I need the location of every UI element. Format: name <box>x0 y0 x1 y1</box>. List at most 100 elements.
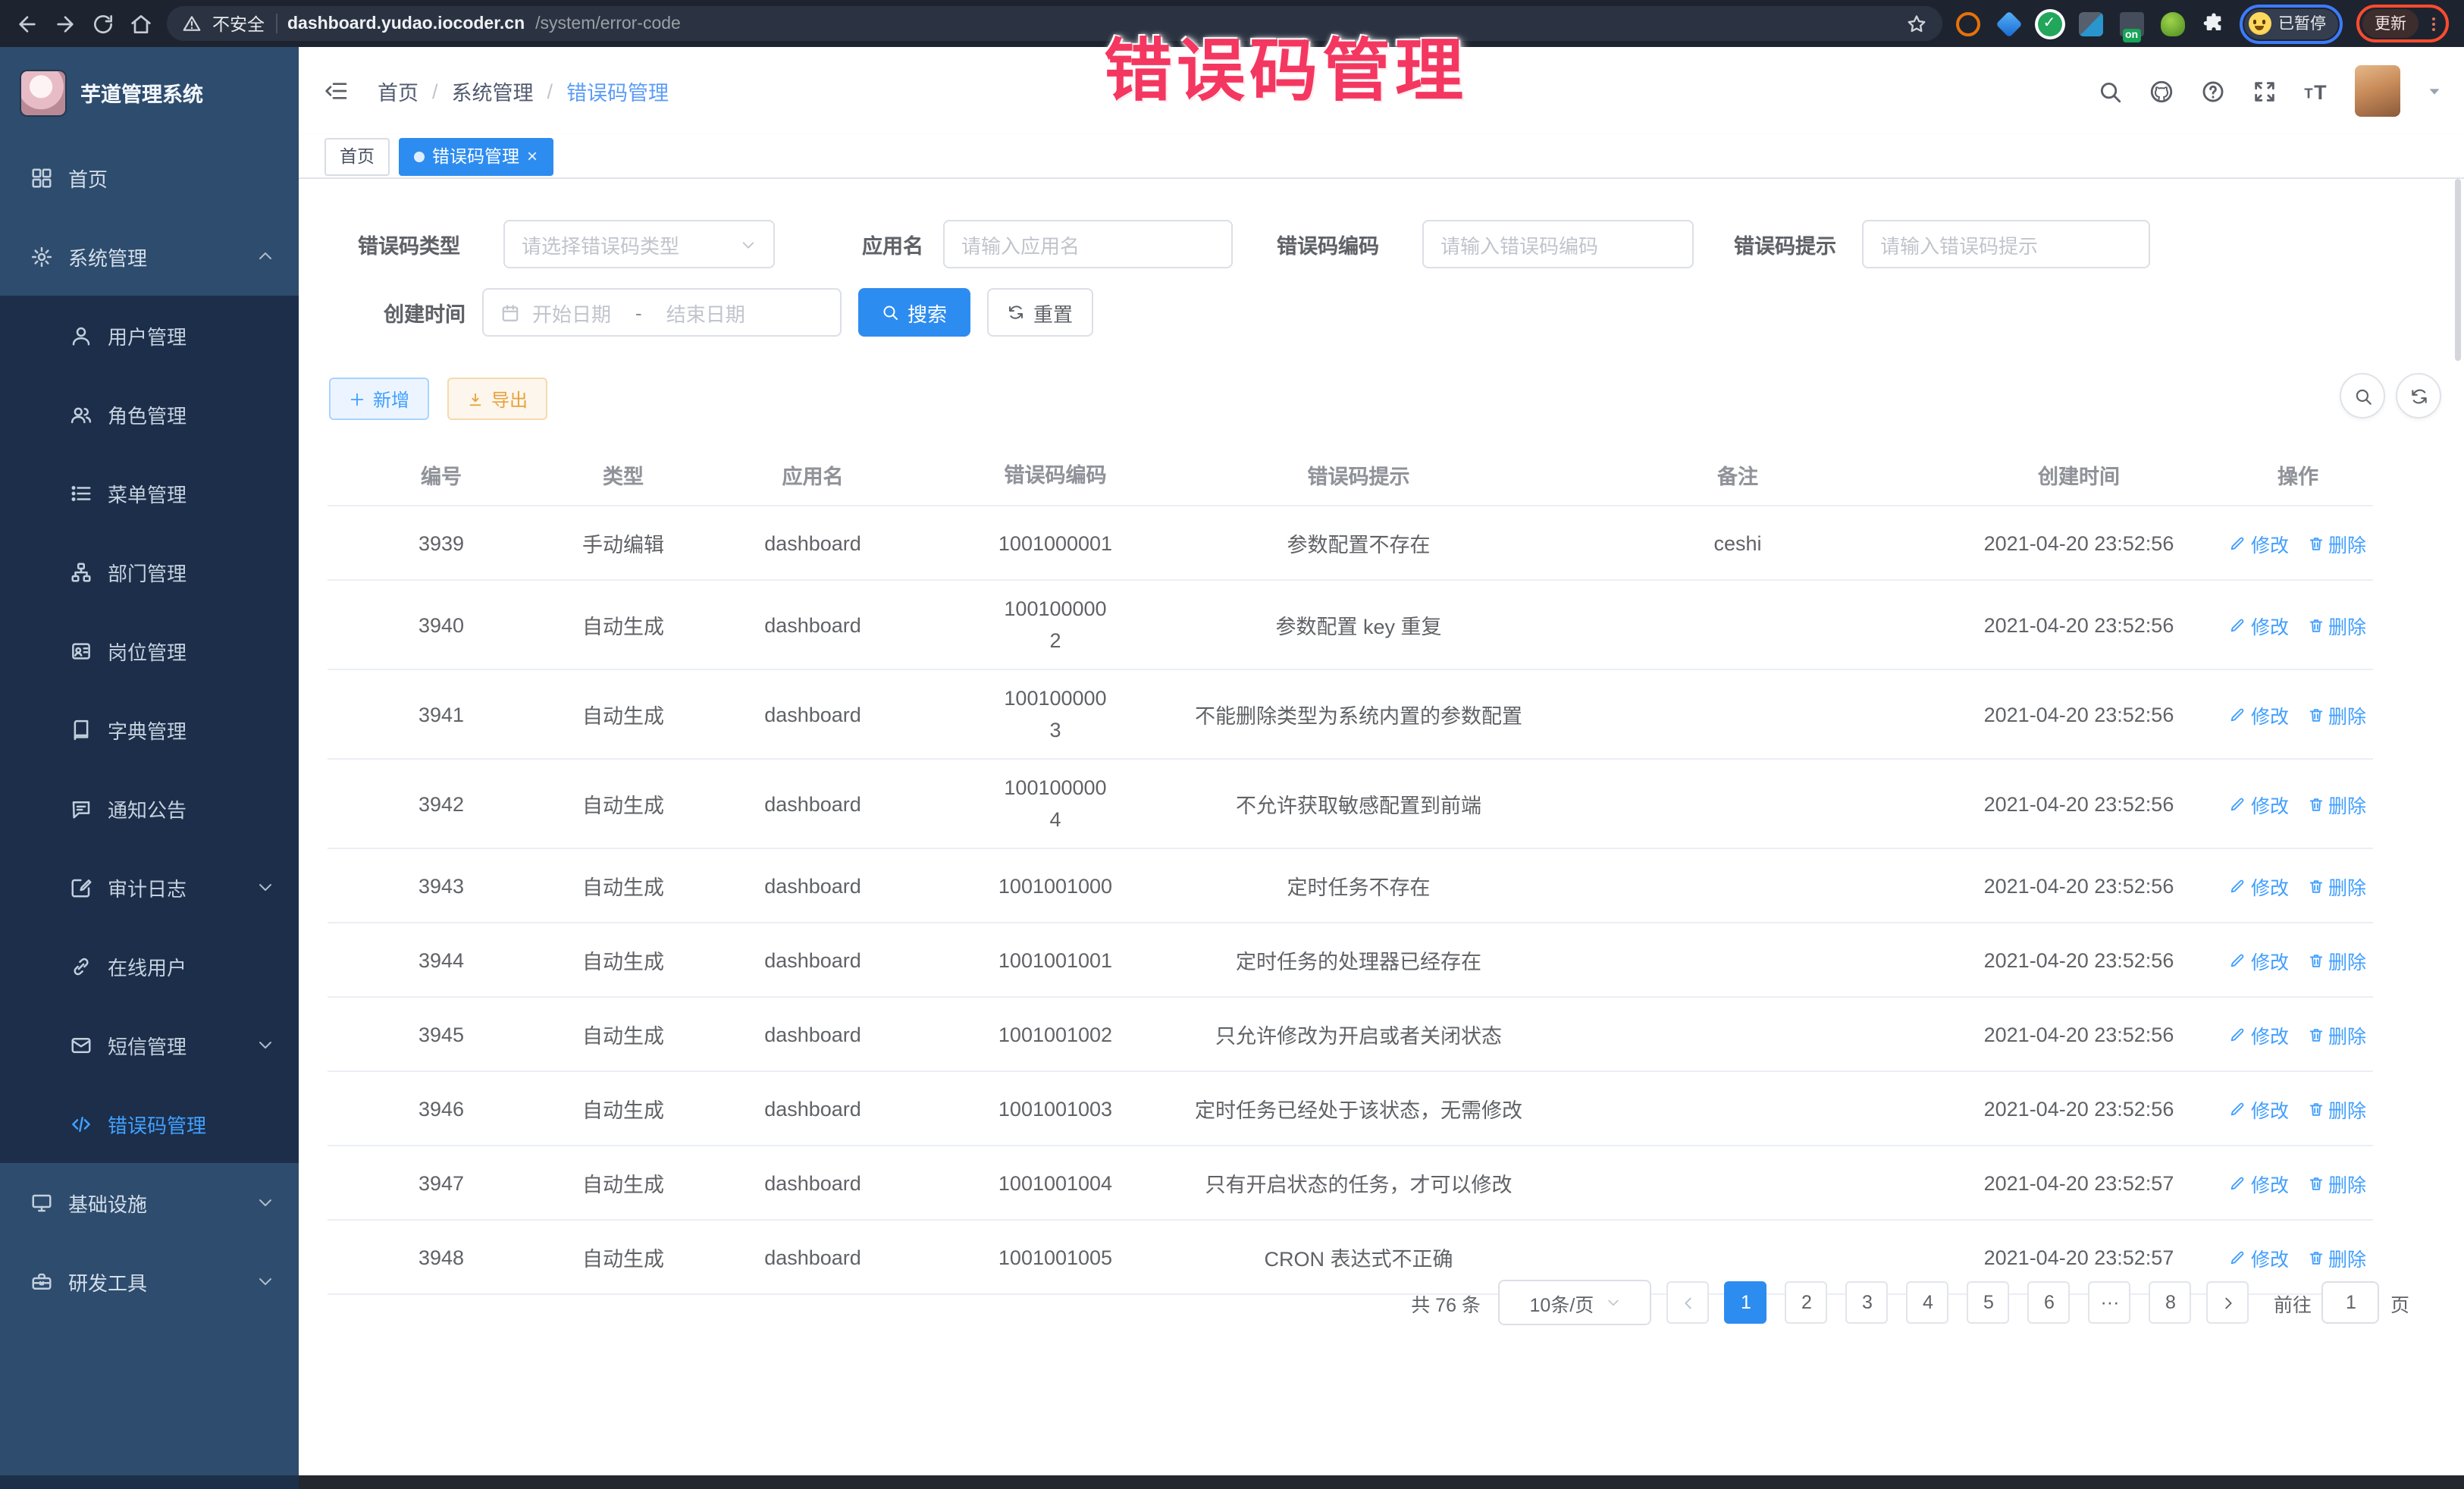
bookmark-star-icon[interactable] <box>1905 13 1926 34</box>
sidebar-item-user-management[interactable]: 用户管理 <box>0 296 299 375</box>
delete-link[interactable]: 删除 <box>2307 1094 2366 1123</box>
font-size-icon[interactable]: TT <box>2303 78 2329 104</box>
header-actions: TT <box>2097 65 2443 117</box>
sidebar-item-menu-management[interactable]: 菜单管理 <box>0 453 299 532</box>
extension-green-check-icon[interactable]: ✓ <box>2037 11 2061 36</box>
extension-puzzle-icon[interactable] <box>2201 11 2225 36</box>
export-button[interactable]: 导出 <box>447 378 547 420</box>
edit-link[interactable]: 修改 <box>2230 610 2289 639</box>
show-search-toggle-button[interactable] <box>2340 373 2385 418</box>
add-button[interactable]: 新增 <box>329 378 429 420</box>
not-secure-icon[interactable] <box>182 14 202 33</box>
fullscreen-icon[interactable] <box>2252 78 2277 104</box>
prev-page-button[interactable] <box>1667 1281 1710 1324</box>
goto-page-input[interactable]: 1 <box>2322 1281 2380 1324</box>
scrollbar-thumb[interactable] <box>2455 179 2461 361</box>
next-page-button[interactable] <box>2207 1281 2249 1324</box>
edit-link[interactable]: 修改 <box>2230 1020 2289 1049</box>
sidebar-toggle-icon[interactable] <box>323 79 350 103</box>
sidebar-item-sms-management[interactable]: 短信管理 <box>0 1005 299 1084</box>
edit-link[interactable]: 修改 <box>2230 871 2289 900</box>
sidebar-item-home[interactable]: 首页 <box>0 138 299 217</box>
error-hint-input[interactable]: 请输入错误码提示 <box>1862 220 2150 268</box>
extension-orange-icon[interactable] <box>1955 11 1980 36</box>
avatar-caret-down-icon[interactable] <box>2426 83 2443 99</box>
cell-id: 3943 <box>328 862 555 909</box>
delete-link[interactable]: 删除 <box>2307 1168 2366 1197</box>
browser-menu-icon[interactable] <box>2425 11 2443 36</box>
sidebar-item-dev-tools[interactable]: 研发工具 <box>0 1242 299 1321</box>
sidebar-item-label: 菜单管理 <box>108 478 187 507</box>
edit-link[interactable]: 修改 <box>2230 1094 2289 1123</box>
help-icon[interactable] <box>2200 78 2226 104</box>
toggle-search-icon <box>2353 386 2372 406</box>
search-button[interactable]: 搜索 <box>858 288 970 337</box>
delete-link[interactable]: 删除 <box>2307 700 2366 729</box>
user-avatar[interactable] <box>2355 65 2400 117</box>
refresh-table-button[interactable] <box>2396 373 2441 418</box>
url-bar[interactable]: 不安全 dashboard.yudao.iocoder.cn /system/e… <box>167 6 1942 41</box>
page-button-8[interactable]: 8 <box>2149 1281 2192 1324</box>
sidebar-item-error-code-management[interactable]: 错误码管理 <box>0 1084 299 1163</box>
browser-update-button[interactable]: 更新 <box>2362 9 2419 38</box>
browser-back-icon[interactable] <box>15 11 39 36</box>
delete-link[interactable]: 删除 <box>2307 528 2366 557</box>
date-range-picker[interactable]: 开始日期 - 结束日期 <box>482 288 842 337</box>
extension-on-badge-icon[interactable]: on <box>2119 11 2143 36</box>
browser-profile-chip[interactable]: 已暂停 <box>2243 8 2338 39</box>
sidebar-item-dict-management[interactable]: 字典管理 <box>0 690 299 769</box>
sidebar-item-role-management[interactable]: 角色管理 <box>0 375 299 453</box>
sidebar-item-online-user[interactable]: 在线用户 <box>0 926 299 1005</box>
browser-reload-icon[interactable] <box>91 11 115 36</box>
page-button-5[interactable]: 5 <box>1967 1281 2010 1324</box>
edit-link[interactable]: 修改 <box>2230 528 2289 557</box>
tag-close-icon[interactable]: × <box>527 147 538 165</box>
extension-grid-icon[interactable] <box>2078 11 2102 36</box>
error-code-input[interactable]: 请输入错误码编码 <box>1422 220 1694 268</box>
edit-link[interactable]: 修改 <box>2230 945 2289 974</box>
delete-link[interactable]: 删除 <box>2307 789 2366 818</box>
toolbox-icon <box>30 1270 53 1293</box>
sidebar-item-audit-log[interactable]: 审计日志 <box>0 848 299 926</box>
breadcrumb-item[interactable]: 首页 <box>378 76 419 106</box>
sidebar-item-post-management[interactable]: 岗位管理 <box>0 611 299 690</box>
sidebar-logo[interactable]: 芋道管理系统 <box>0 47 299 138</box>
edit-link[interactable]: 修改 <box>2230 700 2289 729</box>
cell-message: 只有开启状态的任务，才可以修改 <box>1177 1155 1541 1210</box>
browser-forward-icon[interactable] <box>53 11 77 36</box>
extension-blue-gem-icon[interactable] <box>1995 10 2021 36</box>
error-code-type-select[interactable]: 请选择错误码类型 <box>503 220 775 268</box>
github-icon[interactable] <box>2149 78 2174 104</box>
edit-link[interactable]: 修改 <box>2230 789 2289 818</box>
extension-key-icon[interactable] <box>2160 11 2184 36</box>
browser-home-icon[interactable] <box>129 11 153 36</box>
page-ellipsis-button[interactable]: ··· <box>2089 1281 2131 1324</box>
delete-link[interactable]: 删除 <box>2307 871 2366 900</box>
header-search-icon[interactable] <box>2097 78 2123 104</box>
sidebar-item-infrastructure[interactable]: 基础设施 <box>0 1163 299 1242</box>
sidebar-item-dept-management[interactable]: 部门管理 <box>0 532 299 611</box>
delete-link[interactable]: 删除 <box>2307 945 2366 974</box>
reset-button[interactable]: 重置 <box>987 288 1093 337</box>
page-size-select[interactable]: 10条/页 <box>1499 1280 1652 1325</box>
delete-link[interactable]: 删除 <box>2307 610 2366 639</box>
page-button-4[interactable]: 4 <box>1907 1281 1949 1324</box>
delete-link[interactable]: 删除 <box>2307 1243 2366 1271</box>
cell-app: dashboard <box>691 1085 934 1132</box>
tag-view[interactable]: 首页 <box>324 137 390 175</box>
page-button-3[interactable]: 3 <box>1846 1281 1889 1324</box>
page-button-2[interactable]: 2 <box>1785 1281 1828 1324</box>
edit-link[interactable]: 修改 <box>2230 1168 2289 1197</box>
sidebar-item-label: 部门管理 <box>108 557 187 586</box>
breadcrumb-item[interactable]: 系统管理 <box>452 76 534 106</box>
sidebar-item-notice-announcement[interactable]: 通知公告 <box>0 769 299 848</box>
delete-link[interactable]: 删除 <box>2307 1020 2366 1049</box>
page-button-1[interactable]: 1 <box>1725 1281 1767 1324</box>
edit-link[interactable]: 修改 <box>2230 1243 2289 1271</box>
page-button-6[interactable]: 6 <box>2028 1281 2071 1324</box>
sidebar-item-system-management[interactable]: 系统管理 <box>0 217 299 296</box>
tag-active[interactable]: 错误码管理× <box>399 137 553 175</box>
app-name-input[interactable]: 请输入应用名 <box>943 220 1233 268</box>
plus-icon <box>349 390 365 407</box>
cell-actions: 修改删除 <box>2223 598 2373 651</box>
